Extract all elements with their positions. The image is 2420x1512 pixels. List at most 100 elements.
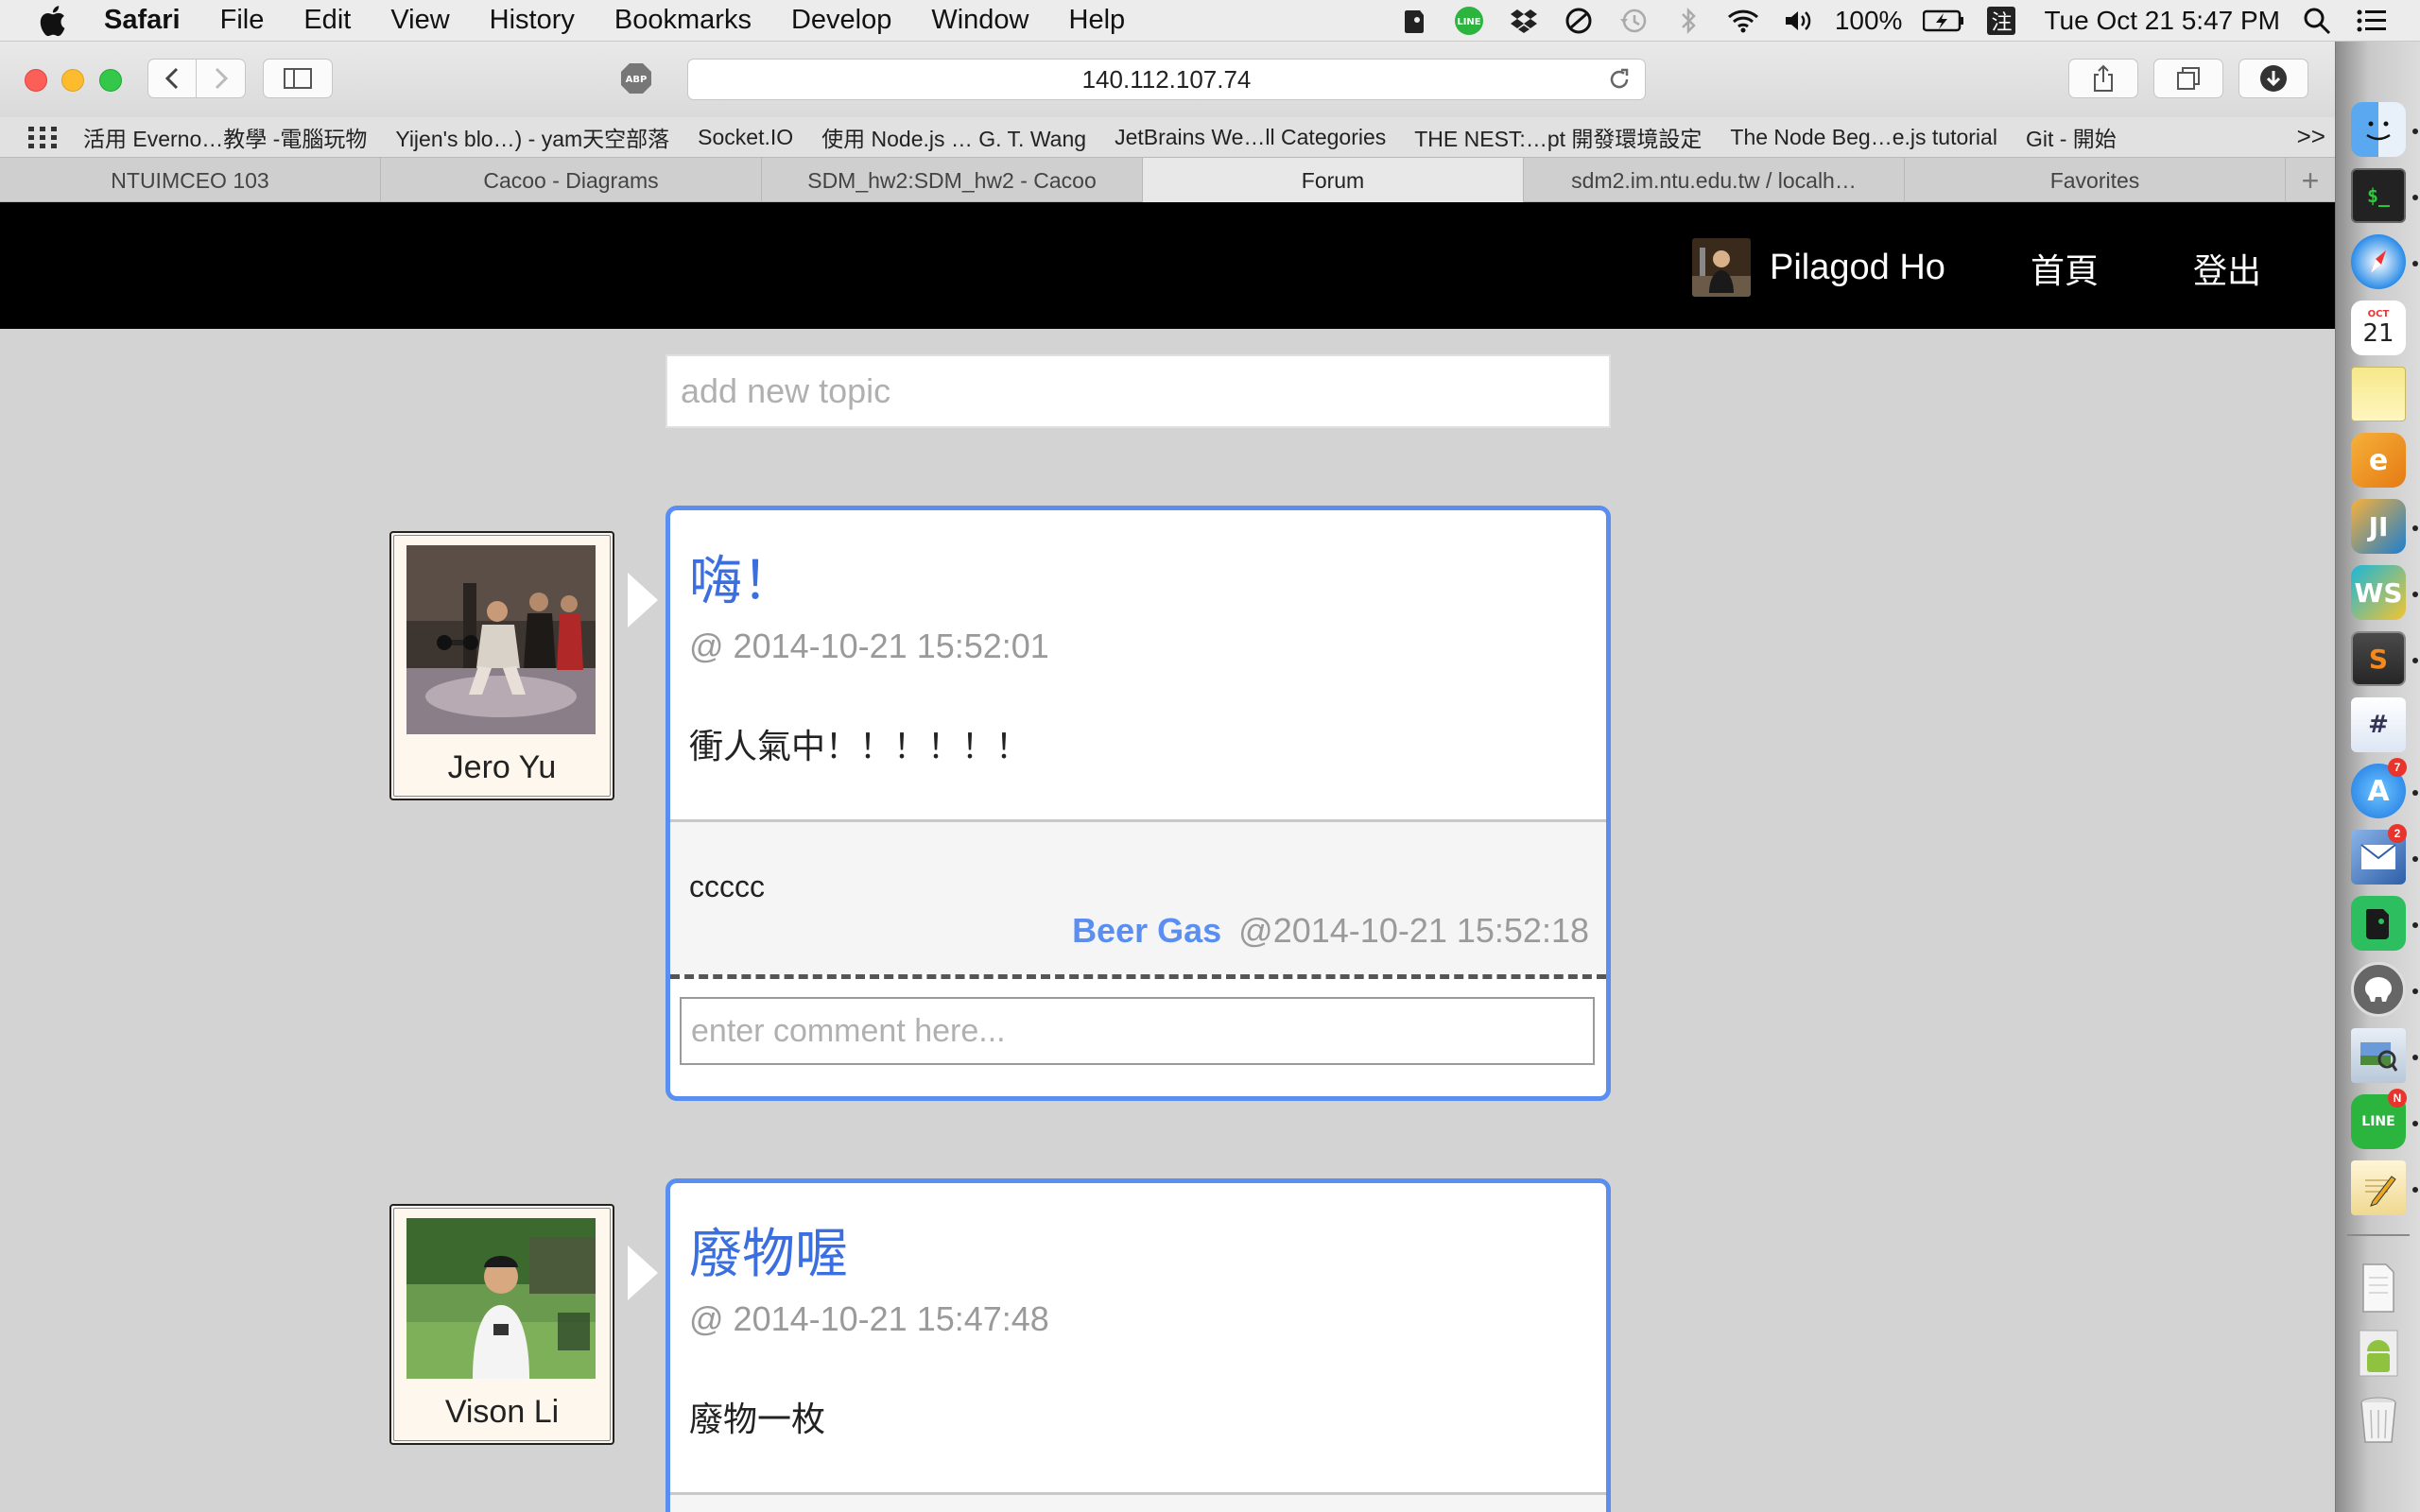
new-tab-button[interactable]: + bbox=[2286, 158, 2335, 203]
preview-icon[interactable] bbox=[2351, 1028, 2406, 1083]
forward-button[interactable] bbox=[197, 60, 245, 97]
window-minimize-button[interactable] bbox=[61, 69, 84, 92]
bookmark-item[interactable]: Git - 開始 bbox=[2026, 121, 2117, 153]
back-forward-group bbox=[147, 59, 246, 98]
safari-icon[interactable] bbox=[2351, 234, 2406, 289]
sidebar-button[interactable] bbox=[263, 59, 333, 98]
menu-edit[interactable]: Edit bbox=[303, 5, 351, 36]
notification-center-icon[interactable] bbox=[2356, 5, 2388, 37]
volume-icon[interactable] bbox=[1782, 5, 1814, 37]
dock-separator bbox=[2347, 1234, 2410, 1236]
address-bar[interactable]: 140.112.107.74 bbox=[687, 59, 1646, 100]
comment-author[interactable]: Beer Gas bbox=[1072, 911, 1221, 950]
add-topic-input[interactable]: add new topic bbox=[666, 354, 1611, 428]
forum-page: Pilagod Ho 首頁 登出 add new topic Jero Yu 嗨… bbox=[0, 202, 2335, 1512]
running-indicator bbox=[2412, 922, 2418, 928]
textwrangler-icon[interactable]: # bbox=[2351, 697, 2406, 752]
calendar-icon[interactable]: OCT 21 bbox=[2351, 301, 2406, 355]
bookmark-item[interactable]: Socket.IO bbox=[698, 125, 793, 150]
author-photo bbox=[406, 1218, 596, 1379]
menu-window[interactable]: Window bbox=[931, 5, 1028, 36]
tab-bar: NTUIMCEO 103 Cacoo - Diagrams SDM_hw2:SD… bbox=[0, 157, 2335, 203]
window-zoom-button[interactable] bbox=[99, 69, 122, 92]
bookmark-item[interactable]: 活用 Everno…教學 -電腦玩物 bbox=[83, 121, 367, 153]
dropbox-icon[interactable] bbox=[1508, 5, 1540, 37]
home-link[interactable]: 首頁 bbox=[2031, 244, 2099, 293]
tab-cacoo-diagrams[interactable]: Cacoo - Diagrams bbox=[381, 158, 762, 203]
tab-ntuimceo[interactable]: NTUIMCEO 103 bbox=[0, 158, 381, 203]
donotdisturb-icon[interactable] bbox=[1563, 5, 1595, 37]
terminal-icon[interactable]: $_ bbox=[2351, 168, 2406, 223]
battery-icon[interactable] bbox=[1923, 5, 1964, 37]
apple-icon[interactable] bbox=[38, 5, 76, 37]
running-indicator bbox=[2412, 658, 2418, 663]
running-indicator bbox=[2412, 261, 2418, 266]
tab-forum[interactable]: Forum bbox=[1143, 158, 1524, 203]
wifi-icon[interactable] bbox=[1727, 5, 1759, 37]
author-name: Jero Yu bbox=[447, 749, 557, 785]
bookmark-item[interactable]: THE NEST:…pt 開發環境設定 bbox=[1414, 121, 1702, 153]
instastats-icon[interactable]: e bbox=[2351, 433, 2406, 488]
bookmark-item[interactable]: The Node Beg…e.js tutorial bbox=[1730, 125, 1997, 150]
clock[interactable]: Tue Oct 21 5:47 PM bbox=[2044, 6, 2280, 36]
menu-develop[interactable]: Develop bbox=[791, 5, 891, 36]
logout-link[interactable]: 登出 bbox=[2193, 244, 2261, 293]
bookmarks-overflow-button[interactable]: >> bbox=[2297, 122, 2325, 151]
comment-input[interactable]: enter comment here... bbox=[680, 997, 1595, 1065]
menu-file[interactable]: File bbox=[220, 5, 265, 36]
adblock-button[interactable]: ABP bbox=[603, 59, 669, 98]
document-icon[interactable] bbox=[2351, 1261, 2406, 1315]
current-user[interactable]: Pilagod Ho bbox=[1692, 238, 1945, 297]
bluetooth-icon[interactable] bbox=[1672, 5, 1704, 37]
speech-pointer bbox=[628, 573, 658, 627]
menu-history[interactable]: History bbox=[490, 5, 575, 36]
share-button[interactable] bbox=[2068, 59, 2138, 98]
evernote-icon[interactable] bbox=[2351, 896, 2406, 951]
finder-icon[interactable] bbox=[2351, 102, 2406, 157]
window-close-button[interactable] bbox=[25, 69, 47, 92]
post-body: 廢物一枚 bbox=[689, 1400, 826, 1438]
spotlight-icon[interactable] bbox=[2301, 5, 2333, 37]
back-button[interactable] bbox=[148, 60, 198, 97]
bookmark-item[interactable]: JetBrains We…ll Categories bbox=[1115, 125, 1386, 150]
chevron-left-icon bbox=[164, 67, 179, 90]
post-title[interactable]: 廢物喔 bbox=[689, 1211, 1606, 1288]
tab-favorites[interactable]: Favorites bbox=[1905, 158, 2286, 203]
tab-sdm-hw2[interactable]: SDM_hw2:SDM_hw2 - Cacoo bbox=[762, 158, 1143, 203]
menu-app-safari[interactable]: Safari bbox=[104, 5, 181, 36]
webstorm-icon[interactable]: WS bbox=[2351, 565, 2406, 620]
sidebar-icon bbox=[284, 68, 312, 89]
menu-view[interactable]: View bbox=[390, 5, 449, 36]
line-icon[interactable]: LINE bbox=[1453, 5, 1485, 37]
reload-icon[interactable] bbox=[1607, 67, 1632, 98]
post-author-card: Jero Yu bbox=[389, 531, 614, 800]
menu-bookmarks[interactable]: Bookmarks bbox=[614, 5, 752, 36]
input-method-badge[interactable]: 注 bbox=[1987, 7, 2016, 35]
tabs-overview-button[interactable] bbox=[2153, 59, 2223, 98]
chevron-right-icon bbox=[215, 67, 228, 90]
bookmark-item[interactable]: 使用 Node.js … G. T. Wang bbox=[821, 121, 1086, 153]
running-indicator bbox=[2412, 1121, 2418, 1126]
svg-text:LINE: LINE bbox=[1457, 17, 1480, 27]
post-card: 廢物喔 @ 2014-10-21 15:47:48 廢物一枚 bbox=[666, 1178, 1611, 1512]
post-title[interactable]: 嗨！ bbox=[689, 539, 1606, 615]
sequel-pro-icon[interactable] bbox=[2351, 962, 2406, 1017]
post-card: 嗨！ @ 2014-10-21 15:52:01 衝人氣中！！！！！！ cccc… bbox=[666, 506, 1611, 1101]
intellij-icon[interactable]: JI bbox=[2351, 499, 2406, 554]
post-body: 衝人氣中！！！！！！ bbox=[689, 727, 1030, 765]
trash-icon[interactable] bbox=[2351, 1393, 2406, 1448]
comment: ccccc Beer Gas @2014-10-21 15:52:18 bbox=[670, 819, 1606, 974]
bookmark-item[interactable]: Yijen's blo…) - yam天空部落 bbox=[395, 121, 669, 153]
textedit-icon[interactable] bbox=[2351, 1160, 2406, 1215]
top-sites-grid-icon[interactable] bbox=[26, 123, 59, 151]
tab-phpmyadmin[interactable]: sdm2.im.ntu.edu.tw / localh… bbox=[1524, 158, 1905, 203]
android-icon[interactable] bbox=[2351, 1327, 2406, 1382]
menu-help[interactable]: Help bbox=[1069, 5, 1126, 36]
evernote-icon[interactable] bbox=[1398, 5, 1430, 37]
sublime-text-icon[interactable]: S bbox=[2351, 631, 2406, 686]
comment bbox=[670, 1492, 1606, 1512]
comment-placeholder: enter comment here... bbox=[691, 1012, 1006, 1049]
downloads-button[interactable] bbox=[2238, 59, 2308, 98]
timemachine-icon[interactable] bbox=[1617, 5, 1650, 37]
notes-icon[interactable] bbox=[2351, 367, 2406, 421]
